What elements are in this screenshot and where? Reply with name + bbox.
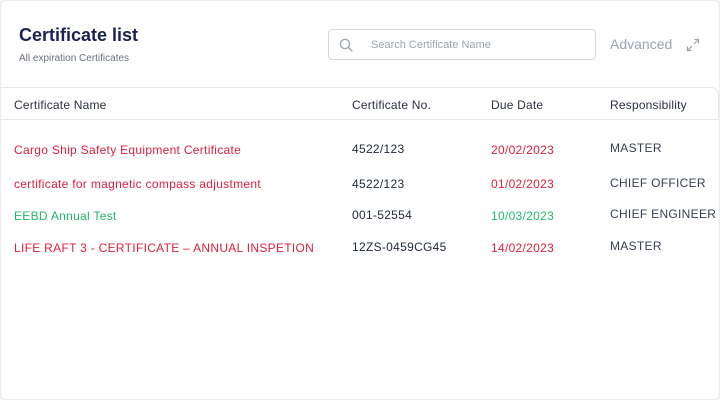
table-header: Certificate Name Certificate No. Due Dat… xyxy=(1,87,719,120)
column-header-certificate-no[interactable]: Certificate No. xyxy=(352,98,431,112)
certificate-name[interactable]: EEBD Annual Test xyxy=(14,209,117,223)
due-date: 10/03/2023 xyxy=(491,209,555,223)
column-header-certificate-name[interactable]: Certificate Name xyxy=(14,98,107,112)
table-row[interactable]: certificate for magnetic compass adjustm… xyxy=(1,175,719,203)
responsibility: CHIEF OFFICER xyxy=(610,176,706,190)
table-row[interactable]: Cargo Ship Safety Equipment Certificate … xyxy=(1,140,719,168)
search-box[interactable] xyxy=(328,29,596,60)
expand-icon[interactable] xyxy=(686,38,700,52)
certificate-number: 4522/123 xyxy=(352,142,405,156)
page-title: Certificate list xyxy=(19,25,139,45)
certificate-name[interactable]: Cargo Ship Safety Equipment Certificate xyxy=(14,143,241,157)
responsibility: CHIEF ENGINEER xyxy=(610,207,717,221)
due-date: 14/02/2023 xyxy=(491,241,555,255)
search-icon xyxy=(339,38,353,52)
certificate-number: 12ZS-0459CG45 xyxy=(352,240,447,254)
table-row[interactable]: LIFE RAFT 3 - CERTIFICATE – ANNUAL INSPE… xyxy=(1,238,719,266)
certificate-card: Certificate list All expiration Certific… xyxy=(0,0,720,400)
certificate-number: 001-52554 xyxy=(352,208,413,222)
advanced-button[interactable]: Advanced xyxy=(610,36,672,52)
column-header-due-date[interactable]: Due Date xyxy=(491,98,543,112)
responsibility: MASTER xyxy=(610,141,662,155)
page-subtitle: All expiration Certificates xyxy=(19,53,130,64)
due-date: 01/02/2023 xyxy=(491,177,555,191)
due-date: 20/02/2023 xyxy=(491,143,555,157)
column-header-responsibility[interactable]: Responsibility xyxy=(610,98,687,112)
table-row[interactable]: EEBD Annual Test 001-52554 10/03/2023 CH… xyxy=(1,206,719,234)
search-input[interactable] xyxy=(371,30,591,59)
certificate-number: 4522/123 xyxy=(352,177,405,191)
certificate-name[interactable]: certificate for magnetic compass adjustm… xyxy=(14,177,261,191)
certificate-name[interactable]: LIFE RAFT 3 - CERTIFICATE – ANNUAL INSPE… xyxy=(14,241,314,255)
responsibility: MASTER xyxy=(610,239,662,253)
